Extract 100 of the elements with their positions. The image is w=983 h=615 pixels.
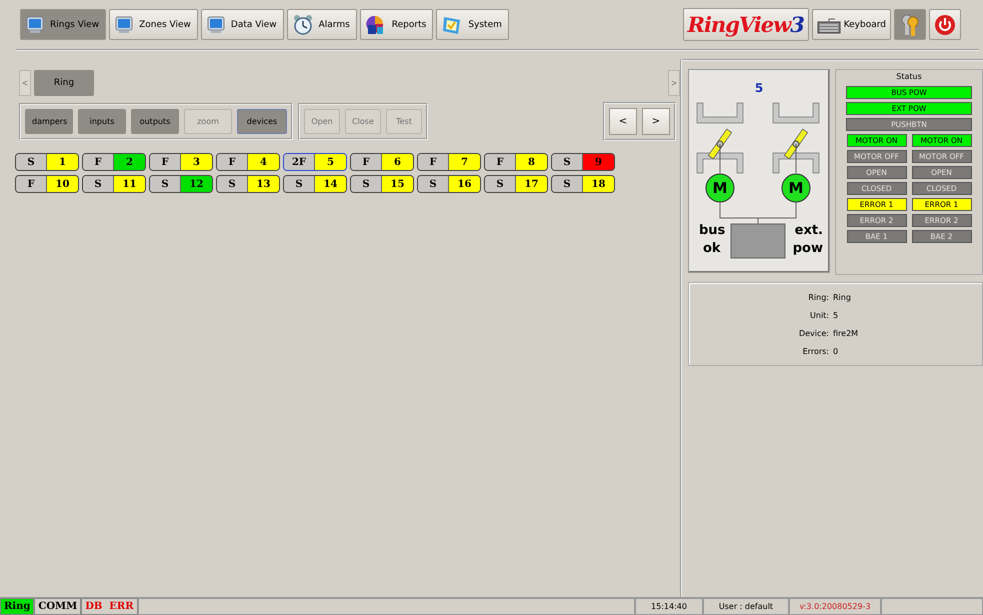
device-number: 8 <box>516 154 547 170</box>
device-number: 17 <box>516 176 547 192</box>
device-number: 18 <box>583 176 614 192</box>
device-chip[interactable]: F 2 <box>82 153 146 171</box>
device-type: F <box>418 154 449 170</box>
ring-tab[interactable]: Ring <box>34 70 94 96</box>
unit-number: 5 <box>754 81 764 95</box>
keys-icon <box>899 12 921 36</box>
device-chip[interactable]: S 1 <box>15 153 79 171</box>
device-number: 10 <box>47 176 78 192</box>
device-chip[interactable]: 2F 5 <box>283 153 347 171</box>
device-chip[interactable]: S 16 <box>417 175 481 193</box>
device-type: F <box>217 154 248 170</box>
device-type: S <box>284 176 315 192</box>
status-title: Status <box>896 72 922 83</box>
info-label: Unit: <box>810 310 829 320</box>
status-indicator: DB ERR <box>81 598 138 615</box>
monitor-icon <box>206 14 226 34</box>
device-type: F <box>16 176 47 192</box>
device-number: 14 <box>315 176 346 192</box>
device-chip[interactable]: F 3 <box>149 153 213 171</box>
mode-button[interactable]: devices <box>237 109 287 134</box>
info-value: Ring <box>833 292 852 302</box>
device-chip[interactable]: S 13 <box>216 175 280 193</box>
keyboard-icon <box>816 16 841 34</box>
motor-label: M <box>788 179 804 197</box>
device-number: 7 <box>449 154 480 170</box>
device-number: 3 <box>181 154 212 170</box>
device-chip[interactable]: S 9 <box>551 153 615 171</box>
keyboard-button[interactable]: Keyboard <box>812 9 891 40</box>
nav-tab[interactable]: Reports <box>360 9 434 40</box>
device-chip[interactable]: F 10 <box>15 175 79 193</box>
device-type: S <box>418 176 449 192</box>
ext-power-label: ext. pow <box>792 223 823 256</box>
status-indicator: Ring <box>0 598 34 615</box>
device-chip[interactable]: S 17 <box>484 175 548 193</box>
info-label: Errors: <box>802 346 829 356</box>
device-chip[interactable]: S 14 <box>283 175 347 193</box>
motor-label: M <box>712 179 728 197</box>
device-type: S <box>83 176 114 192</box>
device-type: F <box>83 154 114 170</box>
device-chip[interactable]: F 7 <box>417 153 481 171</box>
scroll-left-button[interactable]: < <box>19 70 31 96</box>
device-chip[interactable]: F 4 <box>216 153 280 171</box>
mode-button[interactable]: outputs <box>131 109 179 134</box>
device-number: 2 <box>114 154 145 170</box>
device-chip[interactable]: S 15 <box>350 175 414 193</box>
app-logo: RingView3 <box>682 8 809 41</box>
nav-tab[interactable]: Alarms <box>286 9 357 40</box>
device-number: 6 <box>382 154 413 170</box>
nav-tab[interactable]: Zones View <box>109 9 198 40</box>
device-chip[interactable]: S 18 <box>551 175 615 193</box>
monitor-icon <box>114 14 134 34</box>
mode-button[interactable]: dampers <box>25 109 73 134</box>
nav-tab[interactable]: Rings View <box>20 9 106 40</box>
power-button[interactable] <box>929 9 961 40</box>
device-type: F <box>150 154 181 170</box>
device-number: 12 <box>181 176 212 192</box>
info-label: Device: <box>798 328 829 338</box>
device-type: F <box>351 154 382 170</box>
device-number: 4 <box>248 154 279 170</box>
info-label: Ring: <box>808 292 829 302</box>
device-type: S <box>351 176 382 192</box>
device-chip[interactable]: F 6 <box>350 153 414 171</box>
controller-box <box>730 224 786 258</box>
device-type: S <box>552 176 583 192</box>
page-button[interactable]: < <box>609 108 637 135</box>
info-value: 0 <box>833 346 840 356</box>
status-indicator: COMM <box>34 598 82 615</box>
scroll-right-button[interactable]: > <box>668 70 680 96</box>
status-text: 15:14:40 <box>635 598 703 615</box>
power-icon <box>934 14 956 36</box>
monitor-icon <box>25 14 45 34</box>
device-number: 15 <box>382 176 413 192</box>
alarm-clock-icon <box>292 14 314 36</box>
mode-button[interactable]: inputs <box>78 109 126 134</box>
info-value: 5 <box>833 310 840 320</box>
bus-status-label: bus ok <box>699 223 726 256</box>
info-value: fire2M <box>833 328 860 338</box>
page-button[interactable]: > <box>642 108 670 135</box>
device-chip[interactable]: F 8 <box>484 153 548 171</box>
device-type: S <box>552 154 583 170</box>
device-type: S <box>150 176 181 192</box>
device-number: 1 <box>47 154 78 170</box>
device-number: 11 <box>114 176 145 192</box>
device-type: F <box>485 154 516 170</box>
device-chip[interactable]: S 11 <box>82 175 146 193</box>
nav-tab[interactable]: System <box>436 9 509 40</box>
device-chip[interactable]: S 12 <box>149 175 213 193</box>
device-type: S <box>16 154 47 170</box>
nav-tab[interactable]: Data View <box>200 9 284 40</box>
device-type: 2F <box>284 154 315 170</box>
device-number: 13 <box>248 176 279 192</box>
device-number: 16 <box>449 176 480 192</box>
status-text: User : default <box>703 598 789 615</box>
status-text: v:3.0:20080529-3 <box>789 598 881 615</box>
device-type: S <box>485 176 516 192</box>
device-number: 5 <box>315 154 346 170</box>
device-type: S <box>217 176 248 192</box>
device-number: 9 <box>583 154 614 170</box>
